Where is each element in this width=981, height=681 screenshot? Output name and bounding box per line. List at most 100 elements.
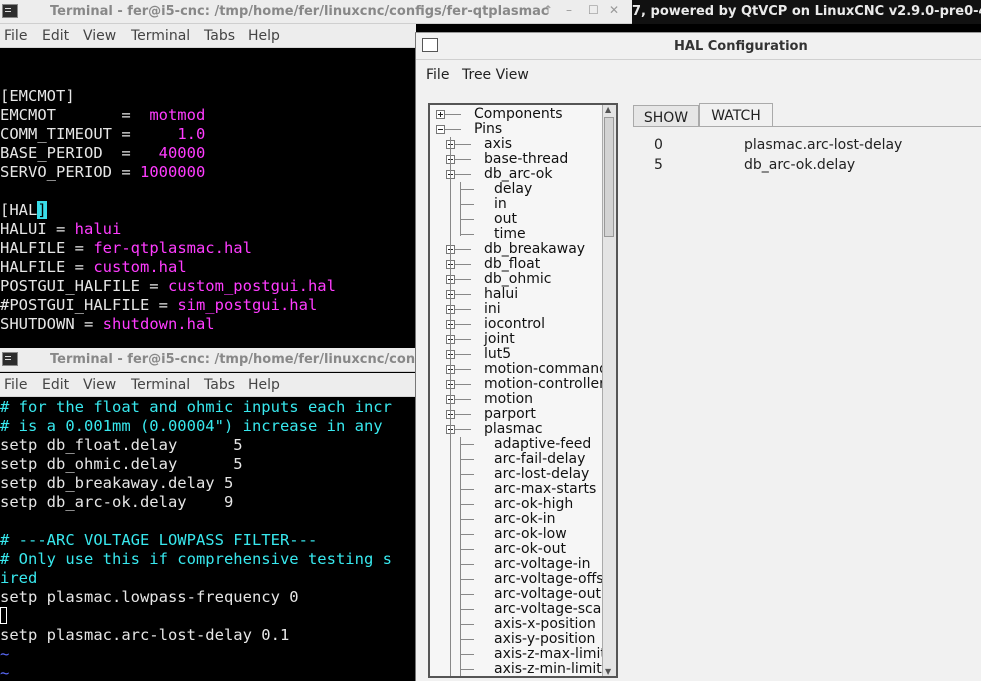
minimize-icon[interactable]: – — [566, 3, 572, 17]
tree-node[interactable]: motion-controller — [484, 377, 604, 392]
tree-connector — [455, 144, 471, 145]
tree-node[interactable]: base-thread — [484, 152, 568, 167]
ini-section-hal: [HAL] — [0, 201, 47, 219]
tree-connector — [455, 174, 471, 175]
menu-file[interactable]: File — [4, 28, 27, 44]
hal-line: setp plasmac.lowpass-frequency 0 — [0, 588, 299, 606]
tree-connector — [460, 489, 474, 490]
tree-node[interactable]: db_arc-ok — [484, 167, 552, 182]
menu-tabs[interactable]: Tabs — [204, 377, 235, 393]
tree-node[interactable]: arc-fail-delay — [494, 452, 585, 467]
terminal2-output[interactable]: # for the float and ohmic inputs each in… — [0, 398, 416, 681]
tree-node[interactable]: arc-voltage-scale — [494, 602, 604, 617]
tree-node[interactable]: motion — [484, 392, 533, 407]
tree-node[interactable]: delay — [494, 182, 532, 197]
ini-line: SERVO_PERIOD = 1000000 — [0, 163, 206, 181]
hal-line: setp db_breakaway.delay 5 — [0, 474, 234, 492]
tree-connector — [445, 129, 461, 130]
menu-tree-view[interactable]: Tree View — [462, 67, 529, 83]
tree-node[interactable]: arc-ok-high — [494, 497, 573, 512]
terminal1-titlebar[interactable]: Terminal - fer@i5-cnc: /tmp/home/fer/lin… — [0, 0, 632, 24]
tree-node[interactable]: arc-ok-out — [494, 542, 566, 557]
menu-help[interactable]: Help — [248, 28, 280, 44]
menu-terminal[interactable]: Terminal — [131, 377, 190, 393]
expand-icon[interactable] — [436, 110, 445, 119]
terminal1-output[interactable]: [EMCMOT] EMCMOT = motmod COMM_TIMEOUT = … — [0, 68, 416, 345]
terminal2-titlebar[interactable]: Terminal - fer@i5-cnc: /tmp/home/fer/lin… — [0, 348, 447, 372]
comment-line: # Only use this if comprehensive testing… — [0, 550, 392, 568]
tree-node[interactable]: motion-command-ha — [484, 362, 604, 377]
scroll-thumb[interactable] — [604, 117, 614, 237]
tree-node[interactable]: time — [494, 227, 526, 242]
tree-node[interactable]: lut5 — [484, 347, 511, 362]
menu-terminal[interactable]: Terminal — [131, 28, 190, 44]
menu-tabs[interactable]: Tabs — [204, 28, 235, 44]
terminal1-title: Terminal - fer@i5-cnc: /tmp/home/fer/lin… — [50, 4, 549, 19]
ini-line: BASE_PERIOD = 40000 — [0, 144, 206, 162]
line: [EMCMOT] — [0, 87, 75, 105]
scroll-up-icon[interactable]: ▲ — [605, 105, 611, 114]
tree-node[interactable]: db_ohmic — [484, 272, 551, 287]
tree-node[interactable]: adaptive-feed — [494, 437, 591, 452]
menu-help[interactable]: Help — [248, 377, 280, 393]
scroll-down-icon[interactable]: ▼ — [605, 667, 611, 676]
watch-pin[interactable]: plasmac.arc-lost-delay — [744, 137, 902, 153]
hal-tree[interactable]: Components Pins axis base-thread db_arc-ok de… — [428, 103, 618, 678]
tree-node[interactable]: db_breakaway — [484, 242, 585, 257]
tree-guide — [450, 137, 451, 676]
tree-node[interactable]: axis — [484, 137, 512, 152]
tree-node[interactable]: ini — [484, 302, 501, 317]
tree-node[interactable]: arc-lost-delay — [494, 467, 589, 482]
tree-node[interactable]: axis-y-position — [494, 632, 595, 647]
tree-connector — [455, 384, 471, 385]
tree-connector — [460, 534, 474, 535]
tree-node[interactable]: axis-z-min-limit — [494, 662, 602, 677]
line — [0, 68, 416, 87]
tree-node[interactable]: halui — [484, 287, 518, 302]
tree-connector — [455, 294, 471, 295]
tree-node[interactable]: arc-ok-in — [494, 512, 556, 527]
shade-icon[interactable]: ↑ — [543, 3, 553, 17]
close-icon[interactable]: ✕ — [609, 3, 619, 17]
qtvcp-window-title: 7, powered by QtVCP on LinuxCNC v2.9.0-p… — [632, 0, 981, 24]
tree-connector — [460, 669, 474, 670]
terminal2-title: Terminal - fer@i5-cnc: /tmp/home/fer/lin… — [50, 352, 447, 367]
tree-connector — [460, 549, 474, 550]
tab-show[interactable]: SHOW — [633, 105, 699, 127]
tree-node[interactable]: db_float — [484, 257, 540, 272]
tree-node[interactable]: arc-voltage-offset — [494, 572, 604, 587]
tree-scrollbar[interactable]: ▲ ▼ — [602, 105, 616, 676]
menu-file[interactable]: File — [4, 377, 27, 393]
tree-node[interactable]: parport — [484, 407, 536, 422]
tree-node[interactable]: axis-z-max-limit — [494, 647, 604, 662]
menu-view[interactable]: View — [83, 28, 116, 44]
tree-node[interactable]: arc-voltage-out — [494, 587, 601, 602]
maximize-icon[interactable]: ☐ — [588, 3, 599, 17]
menu-edit[interactable]: Edit — [42, 377, 69, 393]
tree-node[interactable]: out — [494, 212, 517, 227]
collapse-icon[interactable] — [436, 125, 445, 134]
tree-node[interactable]: arc-ok-low — [494, 527, 567, 542]
tree-node[interactable]: Pins — [474, 122, 502, 137]
menu-view[interactable]: View — [83, 377, 116, 393]
menu-file[interactable]: File — [426, 67, 449, 83]
tree-connector — [460, 504, 474, 505]
window-icon[interactable] — [422, 38, 438, 52]
tree-node[interactable]: in — [494, 197, 507, 212]
tree-node[interactable]: joint — [484, 332, 515, 347]
ini-line: HALFILE = fer-qtplasmac.hal — [0, 239, 252, 257]
tree-node[interactable]: iocontrol — [484, 317, 545, 332]
text-cursor — [0, 607, 416, 626]
watch-pin[interactable]: db_arc-ok.delay — [744, 157, 855, 173]
tree-node[interactable]: axis-x-position — [494, 617, 596, 632]
tab-watch[interactable]: WATCH — [699, 103, 773, 127]
tree-connector — [460, 624, 474, 625]
tree-node[interactable]: arc-max-starts — [494, 482, 596, 497]
tree-node[interactable]: arc-voltage-in — [494, 557, 591, 572]
tree-connector — [460, 219, 474, 220]
line — [0, 512, 416, 531]
menu-edit[interactable]: Edit — [42, 28, 69, 44]
hal-titlebar[interactable]: HAL Configuration — [416, 33, 981, 60]
tree-node[interactable]: Components — [474, 107, 563, 122]
tree-node[interactable]: plasmac — [484, 422, 543, 437]
